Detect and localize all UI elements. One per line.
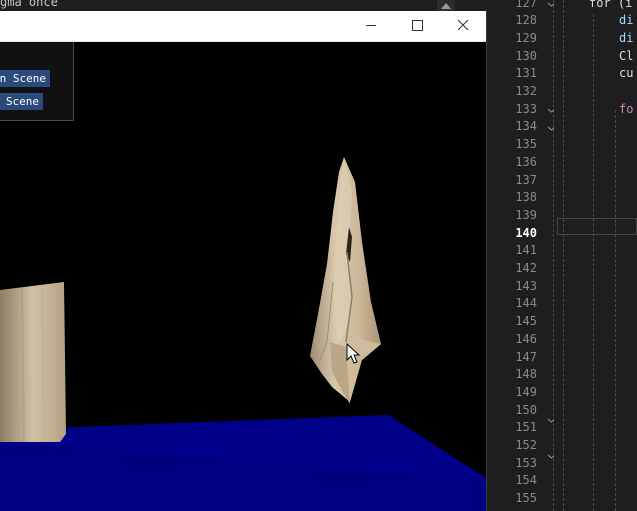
hanging-cloth <box>310 157 381 404</box>
render-viewport[interactable]: n Scene Scene <box>0 42 486 511</box>
maximize-button[interactable] <box>394 11 440 41</box>
line-number: 147 <box>515 349 537 364</box>
line-number: 129 <box>515 30 537 45</box>
collapse-icon[interactable] <box>547 124 554 131</box>
reset-scene-label: Scene <box>5 95 39 108</box>
code-line-text: di <box>619 13 634 28</box>
line-number: 150 <box>515 402 537 417</box>
maximize-icon <box>412 20 423 31</box>
collapse-icon[interactable] <box>547 452 554 459</box>
opengl-window: n Scene Scene <box>0 11 487 511</box>
line-number: 135 <box>515 137 537 152</box>
close-button[interactable] <box>440 11 486 41</box>
line-number: 153 <box>515 455 537 470</box>
indent-guide <box>615 110 616 511</box>
line-number: 142 <box>515 261 537 275</box>
collapse-icon[interactable] <box>547 0 554 7</box>
line-number: 146 <box>515 331 537 346</box>
line-number: 136 <box>515 154 537 169</box>
code-line-text: cu <box>619 66 634 81</box>
line-number: 127 <box>515 0 537 10</box>
current-line-highlight <box>557 218 637 235</box>
line-number: 148 <box>515 367 537 382</box>
load-scene-button[interactable]: n Scene <box>0 70 50 87</box>
indent-guide <box>593 14 594 511</box>
code-line-text: for (i <box>589 0 633 10</box>
window-titlebar[interactable] <box>0 11 486 42</box>
line-number: 128 <box>515 13 537 28</box>
line-number: 138 <box>515 190 537 205</box>
load-scene-label: n Scene <box>0 72 46 85</box>
collapse-icon[interactable] <box>547 106 554 113</box>
code-line-text: fo <box>619 101 634 116</box>
minimize-button[interactable] <box>348 11 394 41</box>
code-line-text: di <box>619 30 634 45</box>
line-number: 131 <box>515 66 537 81</box>
chevron-up-icon <box>441 3 451 9</box>
line-number: 141 <box>515 243 537 258</box>
line-number: 132 <box>515 84 537 98</box>
line-number: 137 <box>515 172 537 187</box>
line-number: 152 <box>515 438 537 452</box>
imgui-panel: n Scene Scene <box>0 42 74 121</box>
line-number: 145 <box>515 314 537 329</box>
line-number: 144 <box>515 296 537 311</box>
code-line-text: Cl <box>619 48 634 63</box>
line-number: 140 <box>515 225 537 240</box>
fold-margin <box>544 0 558 511</box>
line-number: 133 <box>515 101 537 116</box>
background-code-text: gma once <box>0 0 58 9</box>
left-cloth <box>0 282 66 442</box>
line-number: 139 <box>515 207 537 222</box>
line-number: 155 <box>515 491 537 506</box>
close-icon <box>457 19 469 31</box>
line-number: 134 <box>515 119 537 134</box>
collapse-icon[interactable] <box>547 416 554 423</box>
line-number: 130 <box>515 48 537 63</box>
line-number: 149 <box>515 384 537 399</box>
line-number: 154 <box>515 473 537 488</box>
minimize-icon <box>366 25 376 26</box>
code-editor[interactable]: 127 128 129 130 131 132 133 134 135 136 137 138 139 1… <box>487 0 637 511</box>
line-number: 143 <box>515 278 537 293</box>
line-number: 151 <box>515 420 537 435</box>
reset-scene-button[interactable]: Scene <box>0 93 43 110</box>
indent-guide <box>563 0 564 511</box>
